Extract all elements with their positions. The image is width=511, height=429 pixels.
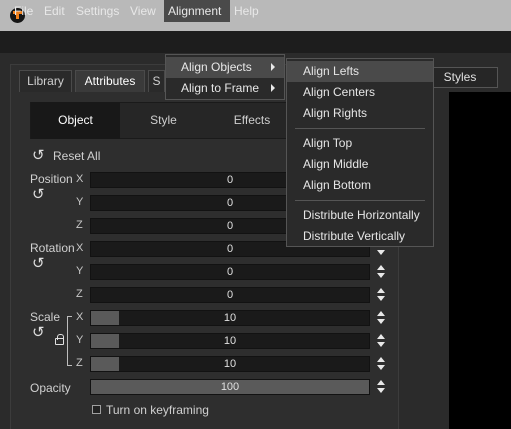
menu-alignment[interactable]: Alignment	[164, 0, 230, 22]
rotation-y-stepper[interactable]	[376, 264, 386, 280]
menu-item-align-rights[interactable]: Align Rights	[287, 103, 433, 124]
menu-bar	[0, 31, 511, 53]
opacity-value: 100	[220, 381, 240, 393]
scale-y-fill	[91, 334, 119, 348]
rotation-reset-icon[interactable]: ↺	[32, 256, 45, 271]
scale-x-value: 10	[223, 312, 237, 324]
scale-link-bracket	[67, 316, 72, 366]
menu-item-align-top[interactable]: Align Top	[287, 133, 433, 154]
menu-view[interactable]: View	[126, 0, 160, 22]
scale-reset-icon[interactable]: ↺	[32, 325, 45, 340]
position-x-value: 0	[226, 174, 234, 186]
lock-icon[interactable]	[55, 334, 64, 345]
scale-x-fill	[91, 311, 119, 325]
menu-item-distribute-horizontally[interactable]: Distribute Horizontally	[287, 205, 433, 226]
scale-x-field[interactable]: 10	[90, 310, 370, 326]
position-reset-icon[interactable]: ↺	[32, 187, 45, 202]
menu-item-align-bottom[interactable]: Align Bottom	[287, 175, 433, 196]
tab-styles-partial[interactable]: S	[148, 70, 165, 92]
position-x-label: X	[76, 173, 84, 185]
position-z-value: 0	[226, 220, 234, 232]
subtab-style[interactable]: Style	[120, 102, 207, 139]
rotation-x-value: 0	[226, 243, 234, 255]
chevron-right-icon	[271, 63, 275, 71]
subtab-effects[interactable]: Effects	[207, 102, 297, 139]
scale-x-stepper[interactable]	[376, 310, 386, 326]
rotation-label: Rotation	[30, 241, 75, 255]
rotation-x-label: X	[76, 242, 84, 254]
menu-item-align-objects[interactable]: Align Objects	[166, 57, 284, 78]
menu-separator	[295, 128, 425, 129]
scale-label: Scale	[30, 310, 61, 324]
align-objects-submenu: Align Lefts Align Centers Align Rights A…	[286, 58, 434, 247]
rotation-z-field[interactable]: 0	[90, 287, 370, 303]
position-label: Position	[30, 172, 73, 186]
scale-z-stepper[interactable]	[376, 356, 386, 372]
rotation-z-label: Z	[76, 288, 83, 300]
position-y-value: 0	[226, 197, 234, 209]
scale-y-stepper[interactable]	[376, 333, 386, 349]
rotation-z-stepper[interactable]	[376, 287, 386, 303]
menu-item-align-to-frame[interactable]: Align to Frame	[166, 78, 284, 99]
align-to-frame-label: Align to Frame	[181, 81, 260, 95]
rotation-y-field[interactable]: 0	[90, 264, 370, 280]
opacity-field[interactable]: 100	[90, 379, 370, 395]
tab-library[interactable]: Library	[19, 70, 72, 92]
align-objects-label: Align Objects	[181, 60, 252, 74]
reset-all-label[interactable]: Reset All	[53, 149, 100, 163]
rotation-y-label: Y	[76, 265, 84, 277]
menu-help[interactable]: Help	[230, 0, 263, 22]
position-y-label: Y	[76, 196, 84, 208]
scale-z-fill	[91, 357, 119, 371]
subtab-object[interactable]: Object	[31, 102, 120, 139]
menu-edit[interactable]: Edit	[40, 0, 69, 22]
rotation-y-value: 0	[226, 266, 234, 278]
position-z-label: Z	[76, 219, 83, 231]
menu-item-align-centers[interactable]: Align Centers	[287, 82, 433, 103]
chevron-right-icon	[271, 84, 275, 92]
rotation-z-value: 0	[226, 289, 234, 301]
scale-y-field[interactable]: 10	[90, 333, 370, 349]
scale-z-value: 10	[223, 358, 237, 370]
menu-item-align-lefts[interactable]: Align Lefts	[287, 61, 433, 82]
menu-settings[interactable]: Settings	[72, 0, 123, 22]
scale-x-label: X	[76, 311, 84, 323]
alignment-dropdown: Align Objects Align to Frame	[165, 54, 285, 100]
opacity-label: Opacity	[30, 381, 71, 395]
keyframing-label[interactable]: Turn on keyframing	[106, 403, 209, 417]
menu-file[interactable]: File	[10, 0, 37, 22]
scale-y-label: Y	[76, 334, 84, 346]
keyframing-checkbox[interactable]	[92, 405, 101, 414]
reset-all-icon[interactable]: ↺	[32, 148, 45, 163]
scale-z-label: Z	[76, 357, 83, 369]
menu-separator	[295, 200, 425, 201]
preview-canvas[interactable]	[449, 92, 511, 429]
menu-item-align-middle[interactable]: Align Middle	[287, 154, 433, 175]
tab-attributes[interactable]: Attributes	[75, 70, 145, 92]
menu-item-distribute-vertically[interactable]: Distribute Vertically	[287, 226, 433, 247]
scale-z-field[interactable]: 10	[90, 356, 370, 372]
opacity-stepper[interactable]	[376, 379, 386, 395]
scale-y-value: 10	[223, 335, 237, 347]
